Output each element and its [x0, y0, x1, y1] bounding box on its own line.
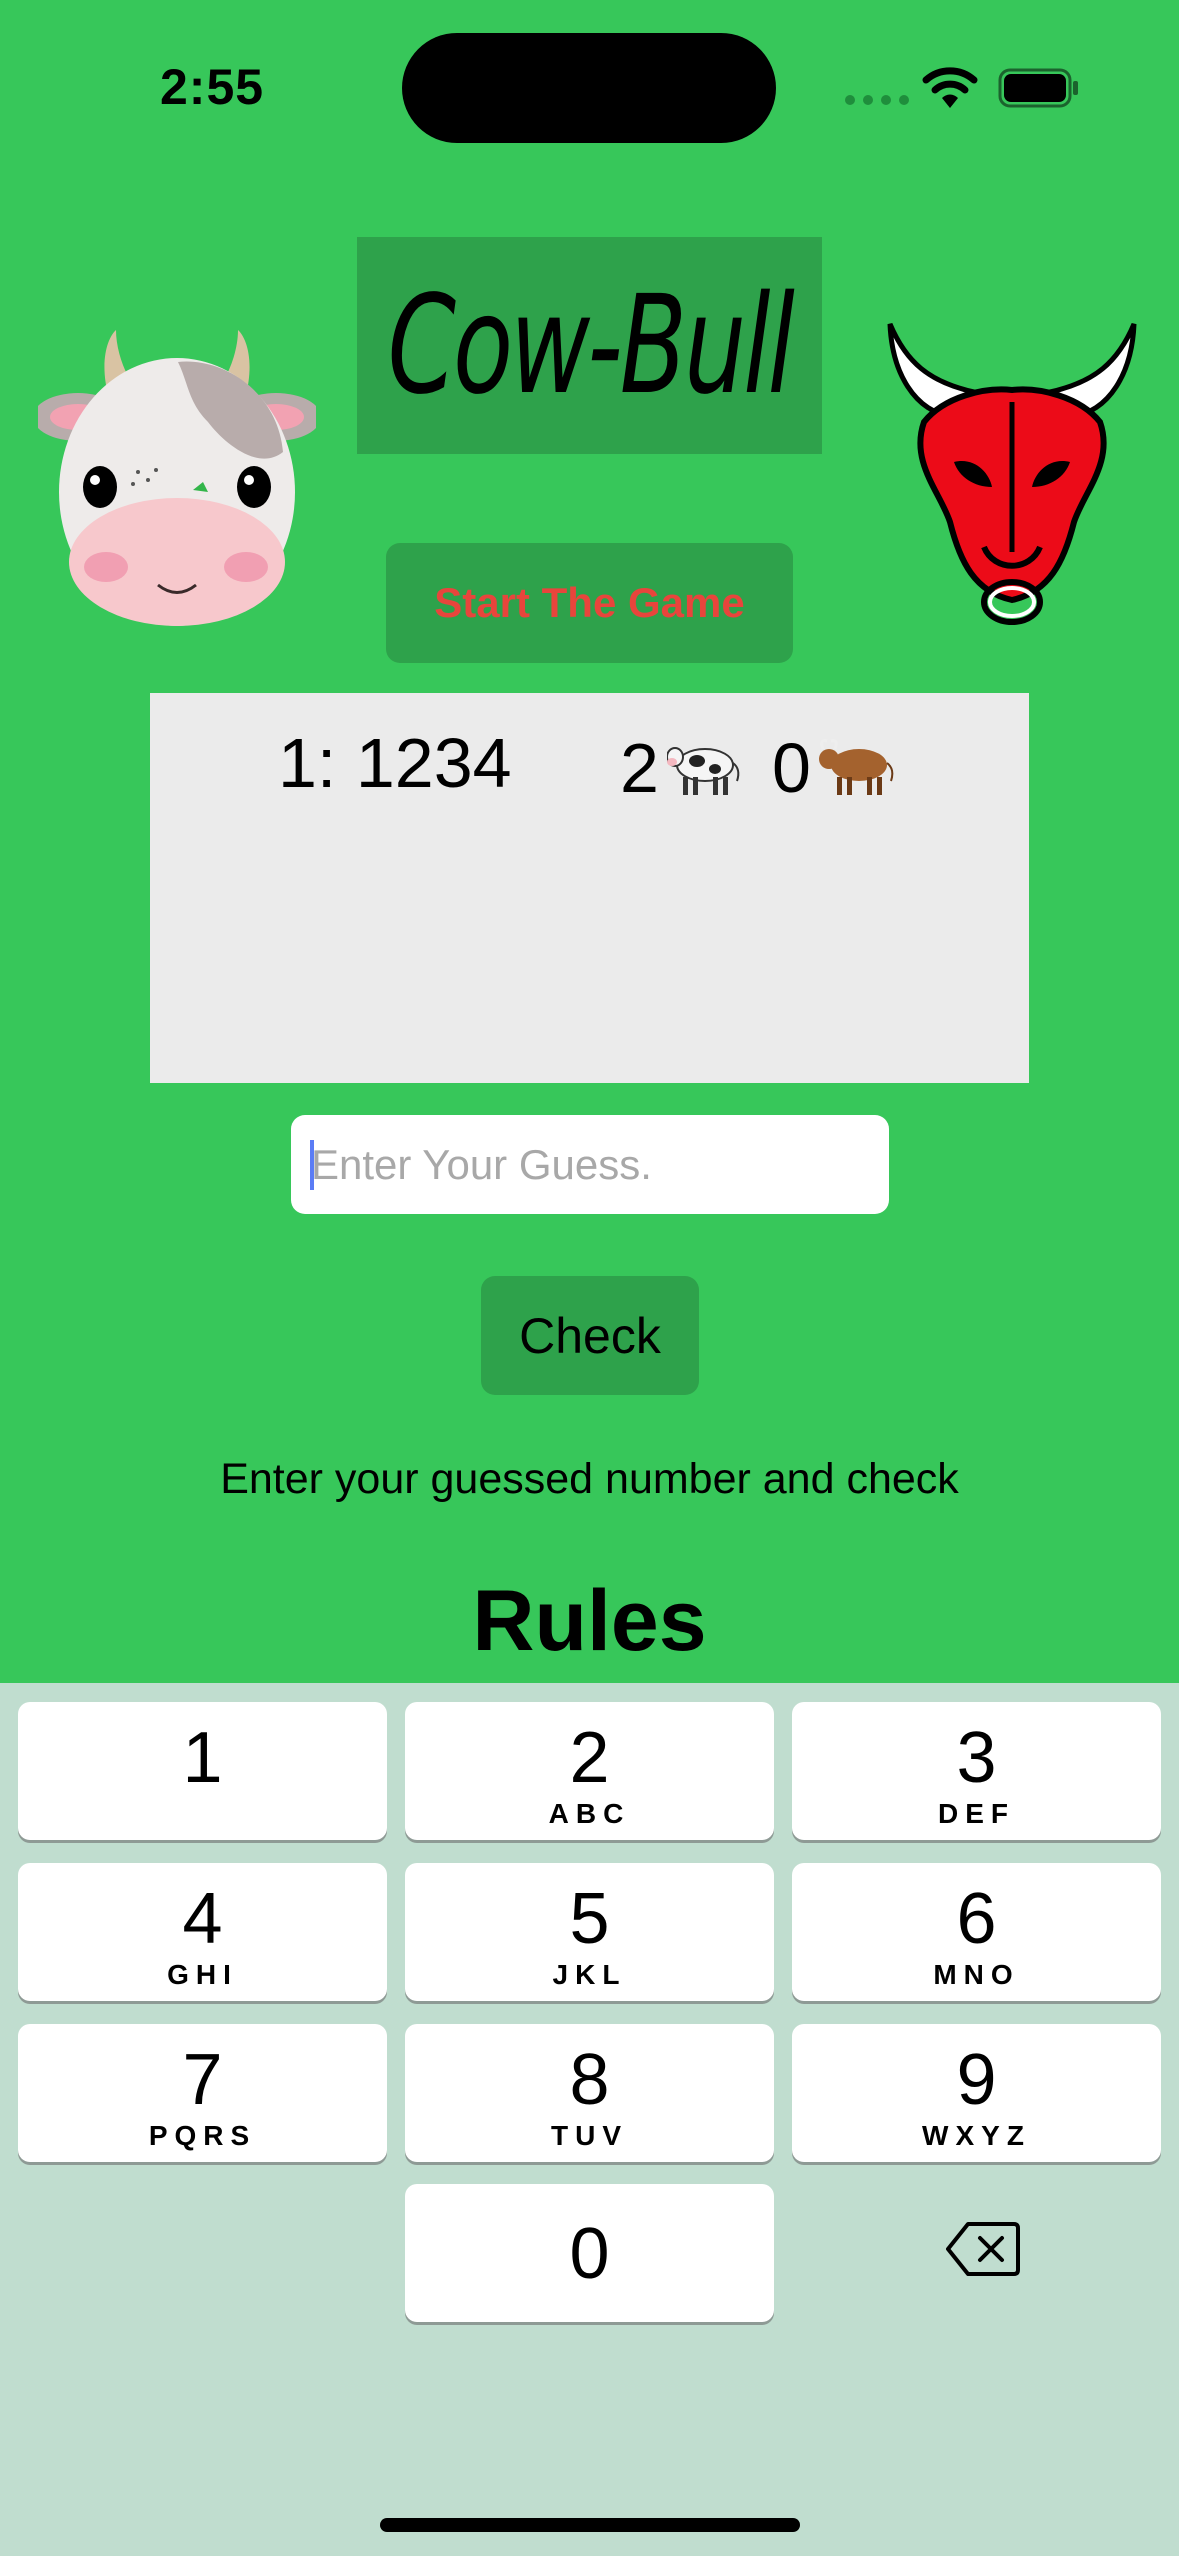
key-digit: 9: [956, 2040, 997, 2120]
key-digit: 8: [569, 2040, 610, 2120]
key-digit: 4: [182, 1879, 223, 1959]
status-message: Enter your guessed number and check: [220, 1455, 959, 1503]
history-row: 1: 1234 2 0: [150, 723, 1029, 813]
delete-key-icon[interactable]: [946, 2220, 1020, 2278]
key-letters: ABC: [548, 1798, 631, 1829]
key-7[interactable]: 7 PQRS: [18, 2024, 387, 2162]
cellular-signal-icon: [845, 95, 909, 105]
battery-icon: [998, 68, 1078, 108]
dynamic-island: [402, 33, 776, 143]
key-letters: WXYZ: [922, 2120, 1031, 2151]
bull-count: 0: [772, 729, 811, 807]
key-letters: MNO: [933, 1959, 1020, 1990]
key-6[interactable]: 6 MNO: [792, 1863, 1161, 2001]
cow-emoji-icon: [665, 733, 743, 813]
check-button[interactable]: Check: [481, 1276, 699, 1395]
key-letters: DEF: [938, 1798, 1015, 1829]
key-8[interactable]: 8 TUV: [405, 2024, 774, 2162]
history-guess: 1: 1234: [278, 724, 512, 802]
key-digit: 1: [182, 1718, 223, 1798]
key-9[interactable]: 9 WXYZ: [792, 2024, 1161, 2162]
key-digit: 3: [956, 1718, 997, 1798]
key-letters: PQRS: [148, 2120, 257, 2151]
wifi-icon: [922, 67, 978, 108]
key-letters: TUV: [551, 2120, 628, 2151]
key-digit: 6: [956, 1879, 997, 1959]
key-1[interactable]: 1: [18, 1702, 387, 1840]
home-indicator: [380, 2518, 800, 2532]
key-digit: 5: [569, 1879, 610, 1959]
bull-head-icon: [887, 323, 1137, 625]
history-bulls: 0: [772, 723, 895, 813]
start-game-button[interactable]: Start The Game: [386, 543, 793, 663]
key-digit: 2: [569, 1718, 610, 1798]
ox-emoji-icon: [818, 733, 895, 813]
key-digit: 0: [569, 2214, 610, 2294]
key-4[interactable]: 4 GHI: [18, 1863, 387, 2001]
rules-heading: Rules: [472, 1573, 707, 1669]
guess-input[interactable]: [291, 1115, 889, 1214]
title-banner: Cow-Bull: [357, 237, 822, 454]
text-cursor: [310, 1140, 314, 1190]
cow-count: 2: [620, 729, 659, 807]
key-letters: JKL: [552, 1959, 627, 1990]
key-0[interactable]: 0: [405, 2184, 774, 2322]
key-digit: 7: [182, 2040, 223, 2120]
key-3[interactable]: 3 DEF: [792, 1702, 1161, 1840]
status-time: 2:55: [160, 59, 265, 115]
guess-history-panel: 1: 1234 2 0: [150, 693, 1029, 1083]
app-title: Cow-Bull: [387, 266, 794, 425]
key-2[interactable]: 2 ABC: [405, 1702, 774, 1840]
history-cows: 2: [620, 723, 743, 813]
key-letters: GHI: [167, 1959, 238, 1990]
key-5[interactable]: 5 JKL: [405, 1863, 774, 2001]
cow-face-icon: [38, 330, 316, 626]
